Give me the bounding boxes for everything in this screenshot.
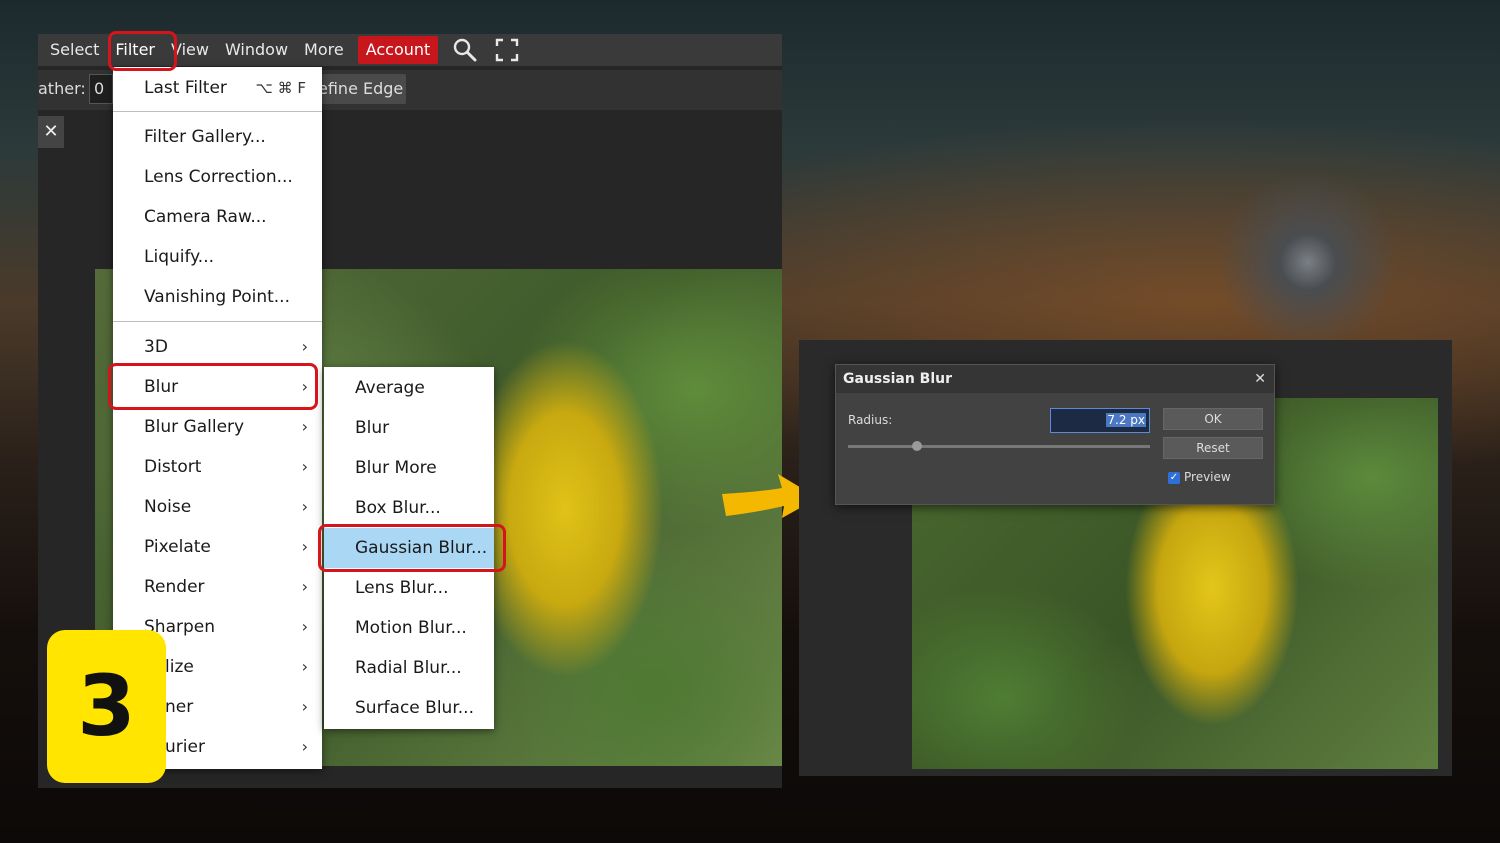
menu-item-lens-correction[interactable]: Lens Correction...: [113, 157, 322, 197]
fullscreen-icon[interactable]: [492, 36, 522, 64]
submenu-item-blur[interactable]: Blur: [324, 408, 494, 448]
reset-button[interactable]: Reset: [1163, 437, 1263, 459]
menu-item-filter-gallery[interactable]: Filter Gallery...: [113, 117, 322, 157]
menu-select[interactable]: Select: [42, 36, 107, 64]
menu-item-last-filter[interactable]: Last Filter ⌥ ⌘ F: [113, 68, 322, 108]
chevron-right-icon: ›: [301, 457, 308, 476]
highlight-blur-item: [108, 363, 318, 410]
radius-label: Radius:: [848, 413, 893, 427]
chevron-right-icon: ›: [301, 577, 308, 596]
refine-edge-button[interactable]: efine Edge: [314, 74, 406, 104]
radius-slider-track[interactable]: [848, 445, 1150, 448]
menu-item-label: Last Filter: [144, 78, 227, 98]
menu-item-label: ner: [165, 697, 194, 717]
chevron-right-icon: ›: [301, 697, 308, 716]
gaussian-blur-dialog: Gaussian Blur ✕ Radius: 7.2 px OK Reset …: [835, 364, 1275, 505]
menu-item-label: lize: [165, 657, 194, 677]
submenu-item-motion-blur[interactable]: Motion Blur...: [324, 608, 494, 648]
menu-window[interactable]: Window: [217, 36, 296, 64]
menu-item-label: Blur Gallery: [144, 417, 245, 437]
submenu-item-lens-blur[interactable]: Lens Blur...: [324, 568, 494, 608]
chevron-right-icon: ›: [301, 657, 308, 676]
chevron-right-icon: ›: [301, 737, 308, 756]
menu-item-label: urier: [165, 737, 205, 757]
highlight-gaussian-blur: [318, 524, 506, 572]
menu-item-liquify[interactable]: Liquify...: [113, 237, 322, 277]
shortcut-label: ⌥ ⌘ F: [255, 79, 306, 97]
close-document-icon[interactable]: ✕: [38, 116, 64, 148]
menu-item-render[interactable]: Render ›: [113, 567, 322, 607]
account-button[interactable]: Account: [357, 36, 439, 64]
submenu-item-box-blur[interactable]: Box Blur...: [324, 488, 494, 528]
preview-label: Preview: [1184, 470, 1231, 484]
feather-input[interactable]: 0 p: [89, 74, 113, 104]
close-icon[interactable]: ✕: [1254, 365, 1266, 393]
dialog-title-bar: Gaussian Blur ✕: [836, 365, 1274, 393]
submenu-item-radial-blur[interactable]: Radial Blur...: [324, 648, 494, 688]
chevron-right-icon: ›: [301, 417, 308, 436]
menu-item-label: Render: [144, 577, 205, 597]
menu-divider: [113, 111, 322, 112]
menu-item-label: Distort: [144, 457, 202, 477]
radius-value: 7.2 px: [1106, 413, 1146, 427]
chevron-right-icon: ›: [301, 497, 308, 516]
highlight-filter-menu: [108, 31, 177, 71]
chevron-right-icon: ›: [301, 537, 308, 556]
menu-item-3d[interactable]: 3D ›: [113, 327, 322, 367]
menu-item-label: Noise: [144, 497, 192, 517]
menu-divider: [113, 321, 322, 322]
menu-item-label: Pixelate: [144, 537, 211, 557]
ok-button[interactable]: OK: [1163, 408, 1263, 430]
radius-input[interactable]: 7.2 px: [1050, 408, 1150, 433]
submenu-item-blur-more[interactable]: Blur More: [324, 448, 494, 488]
menu-item-label: 3D: [144, 337, 168, 357]
radius-slider-handle[interactable]: [912, 441, 923, 451]
menu-item-camera-raw[interactable]: Camera Raw...: [113, 197, 322, 237]
chevron-right-icon: ›: [301, 617, 308, 636]
menu-item-distort[interactable]: Distort ›: [113, 447, 322, 487]
menu-item-blur-gallery[interactable]: Blur Gallery ›: [113, 407, 322, 447]
menu-more[interactable]: More: [296, 36, 352, 64]
submenu-item-surface-blur[interactable]: Surface Blur...: [324, 688, 494, 728]
chevron-right-icon: ›: [301, 337, 308, 356]
preview-checkbox[interactable]: ✓: [1168, 472, 1180, 484]
menu-item-pixelate[interactable]: Pixelate ›: [113, 527, 322, 567]
feather-label: ather:: [38, 79, 86, 98]
step-number-badge: 3: [47, 630, 166, 783]
menu-item-noise[interactable]: Noise ›: [113, 487, 322, 527]
search-icon[interactable]: [450, 36, 480, 64]
submenu-item-average[interactable]: Average: [324, 368, 494, 408]
menu-item-vanishing-point[interactable]: Vanishing Point...: [113, 277, 322, 317]
dialog-title: Gaussian Blur: [843, 371, 952, 387]
